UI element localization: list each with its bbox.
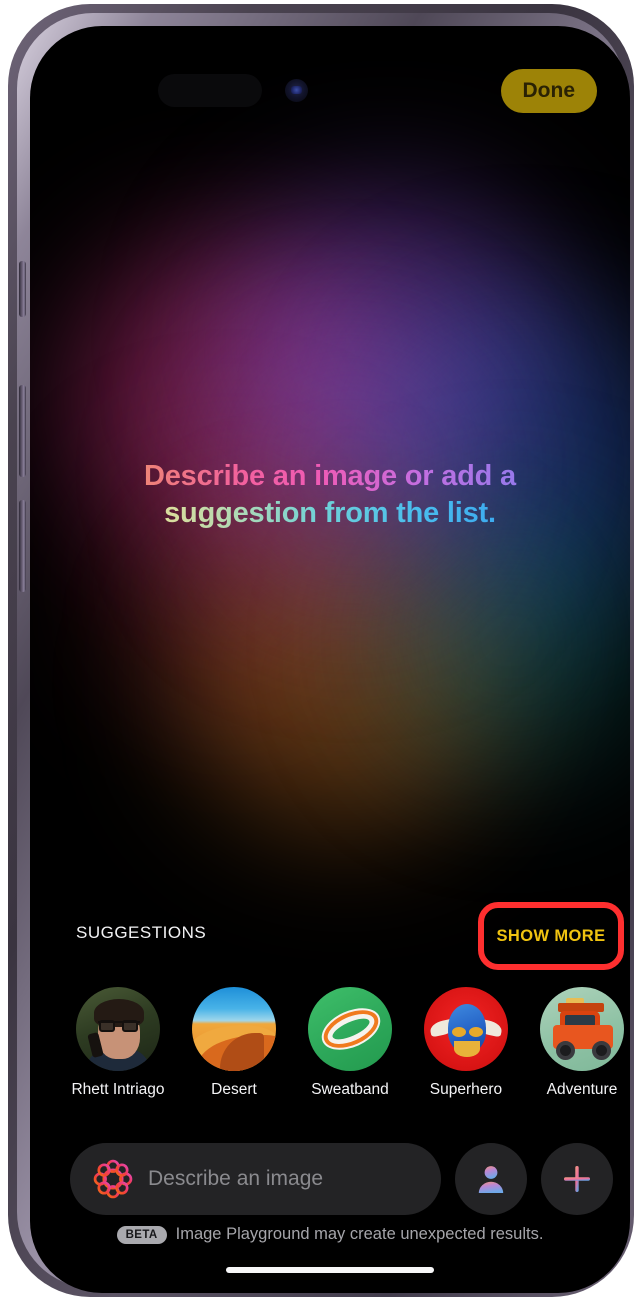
suggestion-label: Adventure: [546, 1081, 618, 1098]
suggestion-item-sweatband[interactable]: Sweatband: [298, 987, 402, 1099]
show-more-annotation-highlight: SHOW MORE: [478, 902, 624, 970]
image-playground-icon: [93, 1159, 133, 1199]
off-road-truck-thumbnail: [540, 987, 624, 1071]
desert-dune-thumbnail: [192, 987, 276, 1071]
headline-line-1: Describe an image or add a: [84, 458, 576, 495]
show-more-button[interactable]: SHOW MORE: [496, 927, 605, 946]
suggestion-label: Desert: [211, 1081, 257, 1098]
footer-text: Image Playground may create unexpected r…: [175, 1225, 544, 1243]
page-title: Describe an image or add a suggestion fr…: [30, 458, 630, 532]
input-bar: [70, 1139, 613, 1219]
person-photo-thumbnail: [76, 987, 160, 1071]
footer-note: BETA Image Playground may create unexpec…: [30, 1225, 630, 1244]
suggestion-item-superhero[interactable]: Superhero: [414, 987, 518, 1099]
plus-icon: [564, 1166, 590, 1192]
suggestion-label: Sweatband: [311, 1081, 389, 1098]
suggestion-label: Rhett Intriago: [71, 1081, 165, 1098]
suggestion-item-rhett-intriago[interactable]: Rhett Intriago: [66, 987, 170, 1099]
done-button[interactable]: Done: [500, 69, 597, 113]
ambient-gradient-glow: [30, 26, 630, 1293]
superhero-mask-thumbnail: [424, 987, 508, 1071]
person-icon: [478, 1166, 504, 1193]
headline-line-2: suggestion from the list.: [84, 495, 576, 532]
phone-frame: Done Describe an image or add a suggesti…: [8, 4, 634, 1297]
front-camera-icon: [285, 79, 308, 102]
suggestion-list: Rhett Intriago Desert Sweatband Superher…: [66, 987, 630, 1099]
describe-field[interactable]: [70, 1143, 441, 1215]
volume-down-button[interactable]: [19, 500, 26, 592]
sweatband-thumbnail: [308, 987, 392, 1071]
dynamic-island: [158, 74, 262, 107]
phone-screen: Done Describe an image or add a suggesti…: [30, 26, 630, 1293]
volume-up-button[interactable]: [19, 385, 26, 477]
person-button[interactable]: [455, 1143, 527, 1215]
phone-frame-inner-bezel: Done Describe an image or add a suggesti…: [17, 13, 630, 1293]
beta-badge: BETA: [116, 1225, 167, 1244]
suggestion-item-adventure[interactable]: Adventure: [530, 987, 630, 1099]
add-button[interactable]: [541, 1143, 613, 1215]
suggestion-item-desert[interactable]: Desert: [182, 987, 286, 1099]
suggestions-section-label: SUGGESTIONS: [76, 923, 207, 942]
describe-input[interactable]: [148, 1167, 419, 1191]
home-indicator[interactable]: [226, 1267, 434, 1273]
action-button[interactable]: [19, 261, 26, 317]
suggestion-label: Superhero: [429, 1081, 503, 1098]
